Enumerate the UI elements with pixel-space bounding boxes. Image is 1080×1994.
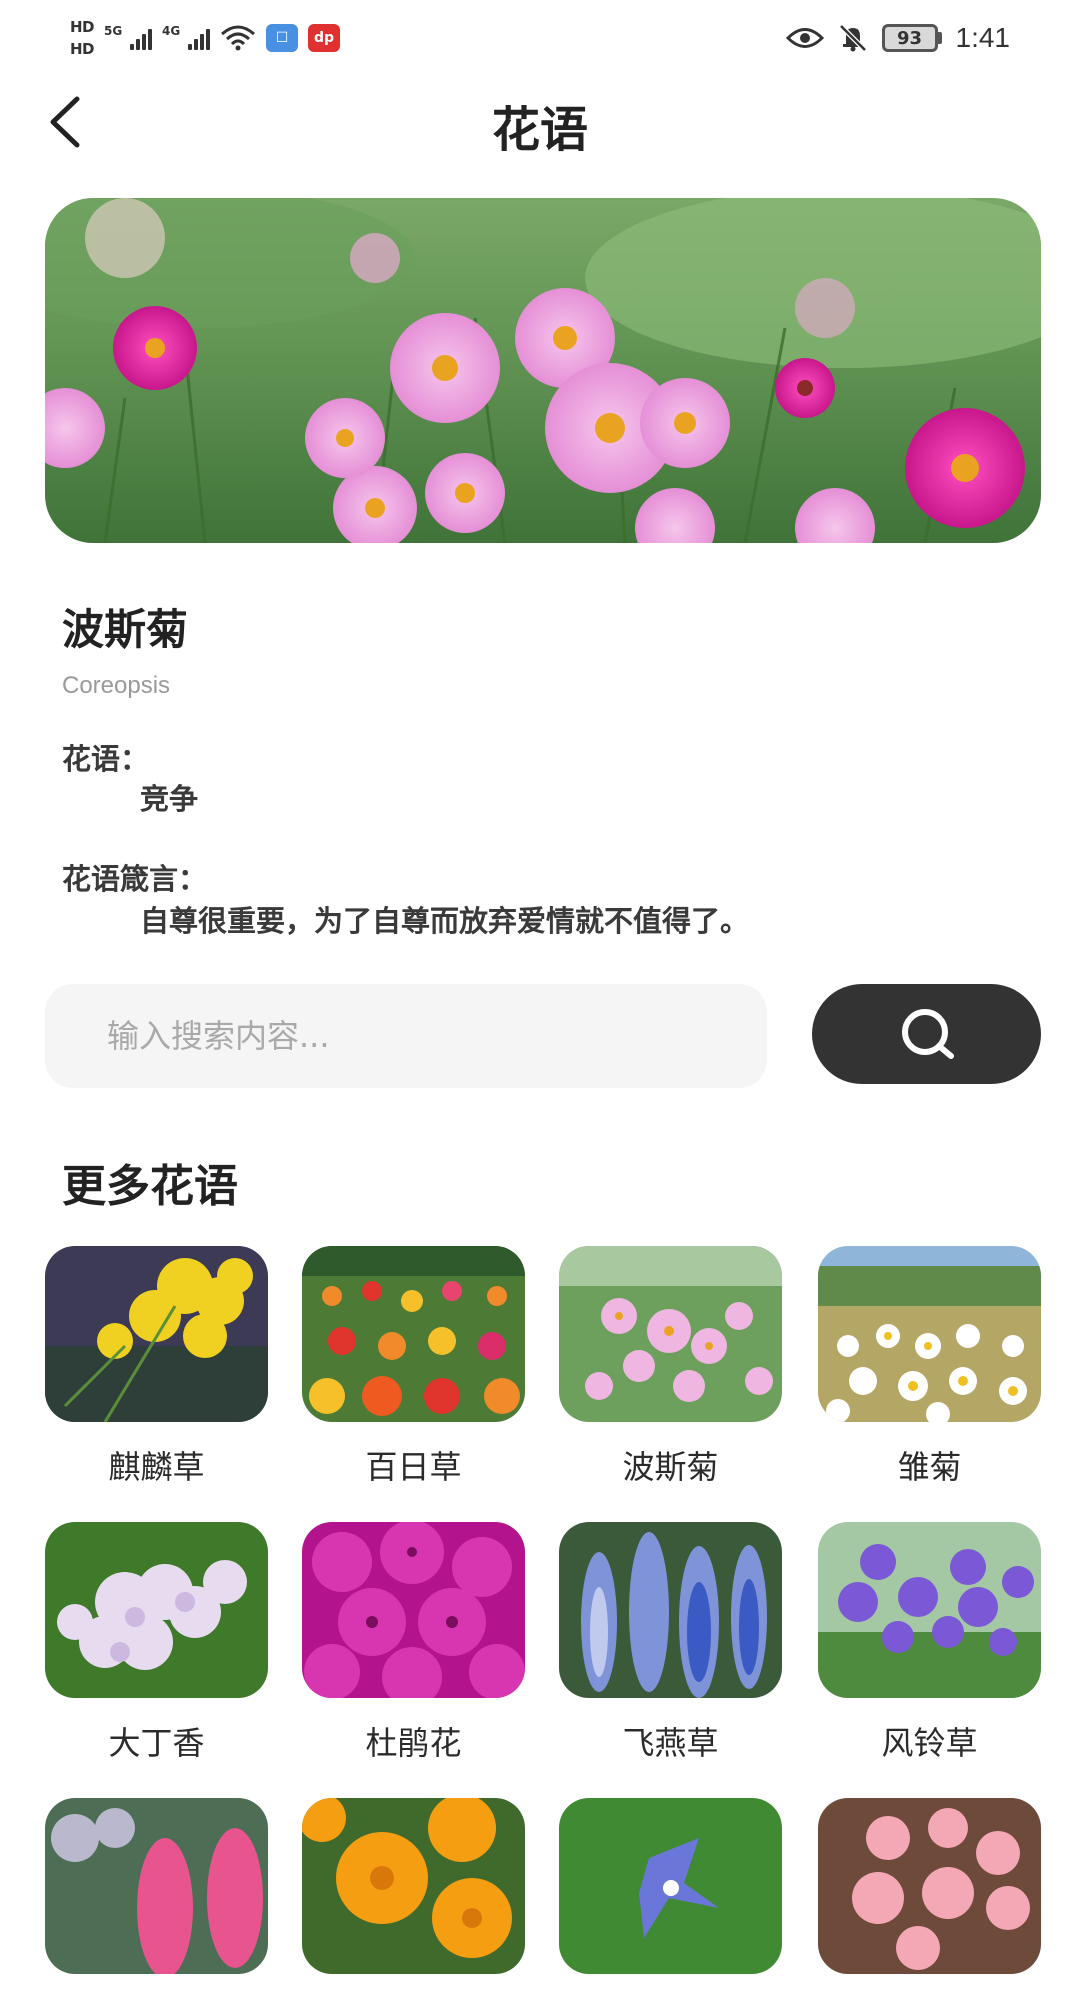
flower-card[interactable]: 飞燕草 xyxy=(559,1522,782,1764)
flower-name: 波斯菊 xyxy=(62,605,189,654)
flower-card-label: 飞燕草 xyxy=(622,1724,719,1762)
flower-card[interactable]: 雏菊 xyxy=(818,1246,1041,1488)
mute-bell-icon xyxy=(838,24,867,52)
eye-icon xyxy=(785,28,824,48)
motto-value: 自尊很重要，为了自尊而放弃爱情就不值得了。 xyxy=(140,904,750,938)
hero-flower-image xyxy=(45,198,1041,543)
app-notification-icon: dp xyxy=(308,24,341,52)
battery-level: 93 xyxy=(881,24,938,52)
flower-thumbnail xyxy=(302,1246,525,1422)
flower-card[interactable] xyxy=(818,1798,1041,1994)
flower-card[interactable] xyxy=(45,1798,268,1994)
status-bar: HD HD 5G 4G ☐ dp 93 1:41 xyxy=(0,0,1080,74)
flower-card[interactable] xyxy=(302,1798,525,1994)
flower-latin-name: Coreopsis xyxy=(62,672,171,699)
signal-5g-icon: 5G xyxy=(104,24,153,50)
flower-card-label: 百日草 xyxy=(365,1448,462,1486)
flower-card-label: 麒麟草 xyxy=(108,1448,205,1486)
app-notification-icon: ☐ xyxy=(266,24,299,52)
flower-thumbnail xyxy=(559,1522,782,1698)
flower-card-label: 杜鹃花 xyxy=(365,1724,462,1762)
hd-indicators: HD HD xyxy=(70,18,95,58)
flower-thumbnail xyxy=(45,1522,268,1698)
clock: 1:41 xyxy=(955,22,1011,53)
flower-card[interactable]: 风铃草 xyxy=(818,1522,1041,1764)
motto-label: 花语箴言： xyxy=(62,862,208,896)
meaning-label: 花语： xyxy=(62,742,150,776)
flower-thumbnail xyxy=(818,1522,1041,1698)
flower-card[interactable]: 大丁香 xyxy=(45,1522,268,1764)
flower-card-label: 波斯菊 xyxy=(622,1448,719,1486)
page-title: 花语 xyxy=(491,102,588,158)
flower-thumbnail xyxy=(818,1246,1041,1422)
status-left: HD HD 5G 4G ☐ dp xyxy=(70,14,341,62)
hd-icon: HD xyxy=(70,40,95,58)
flower-thumbnail xyxy=(302,1798,525,1974)
search-button[interactable] xyxy=(812,984,1041,1084)
meaning-value: 竞争 xyxy=(140,782,199,816)
flower-card-label: 大丁香 xyxy=(108,1724,205,1762)
flower-card[interactable]: 百日草 xyxy=(302,1246,525,1488)
more-section-title: 更多花语 xyxy=(62,1161,238,1212)
flower-thumbnail xyxy=(559,1798,782,1974)
flower-thumbnail xyxy=(45,1246,268,1422)
flower-thumbnail xyxy=(45,1798,268,1974)
search-icon xyxy=(901,1009,954,1059)
flower-thumbnail xyxy=(302,1522,525,1698)
flower-card[interactable]: 麒麟草 xyxy=(45,1246,268,1488)
flower-card-label: 风铃草 xyxy=(881,1724,978,1762)
flower-card[interactable] xyxy=(559,1798,782,1994)
signal-4g-icon: 4G xyxy=(162,24,211,50)
network-type-label: 5G xyxy=(104,24,123,38)
wifi-icon xyxy=(220,24,256,52)
search-input[interactable] xyxy=(45,984,767,1088)
network-type-label: 4G xyxy=(162,24,181,38)
app-header: 花语 xyxy=(0,74,1080,164)
flower-card-label: 雏菊 xyxy=(897,1448,962,1486)
flower-thumbnail xyxy=(818,1798,1041,1974)
flower-card[interactable]: 杜鹃花 xyxy=(302,1522,525,1764)
battery-indicator: 93 xyxy=(881,24,942,52)
flower-thumbnail xyxy=(559,1246,782,1422)
status-right: 93 1:41 xyxy=(785,14,1011,62)
hd-icon: HD xyxy=(70,18,95,36)
flower-card[interactable]: 波斯菊 xyxy=(559,1246,782,1488)
